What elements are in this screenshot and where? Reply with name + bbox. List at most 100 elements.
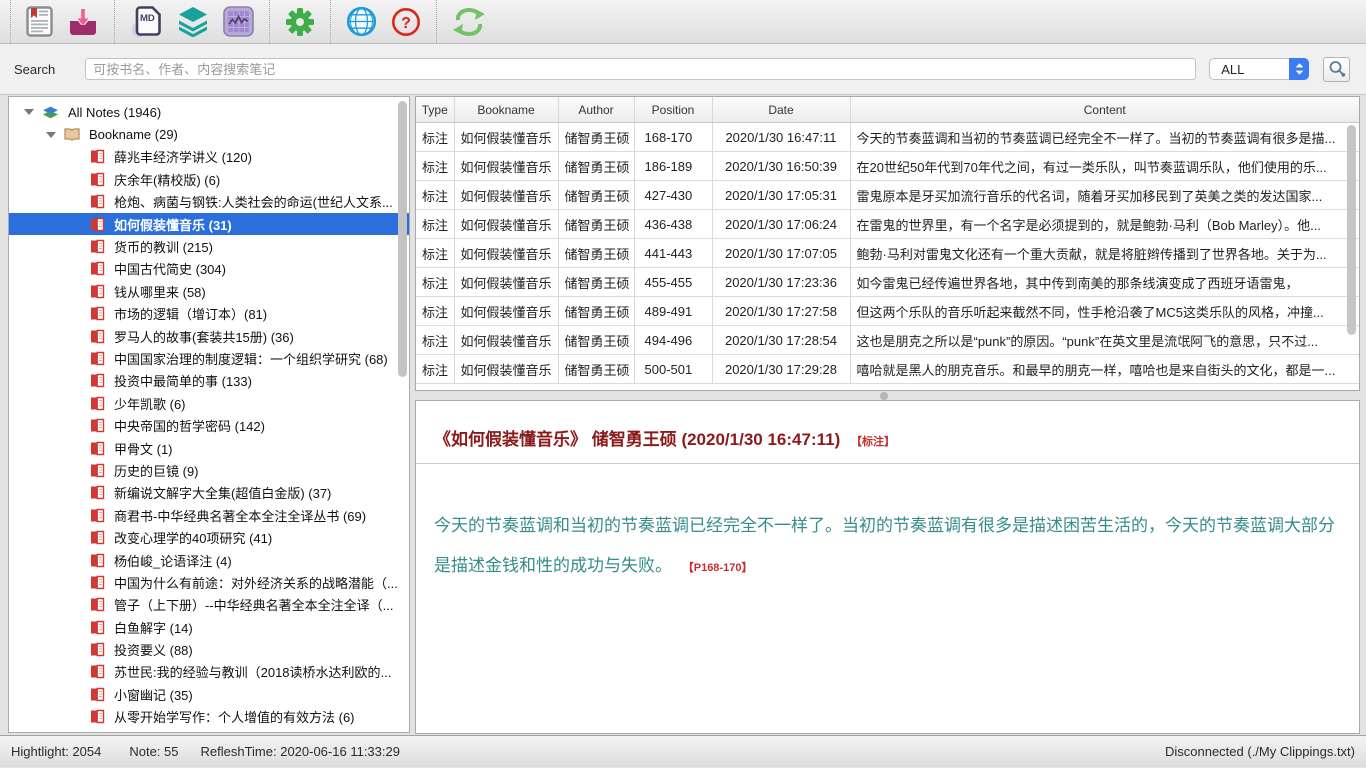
refresh-icon[interactable] (452, 4, 486, 40)
table-cell[interactable]: 标注 (416, 210, 454, 239)
table-cell[interactable]: 2020/1/30 17:05:31 (712, 181, 850, 210)
sidebar-item-book[interactable]: 新编说文解字大全集(超值白金版) (37) (9, 482, 409, 504)
table-cell[interactable]: 储智勇王硕 (558, 123, 634, 152)
sidebar-scrollbar-thumb[interactable] (398, 101, 407, 377)
table-cell[interactable]: 储智勇王硕 (558, 210, 634, 239)
table-cell[interactable]: 如今雷鬼已经传遍世界各地，其中传到南美的那条线演变成了西班牙语雷鬼， (850, 268, 1359, 297)
table-cell[interactable]: 如何假装懂音乐 (454, 355, 558, 384)
table-row[interactable]: 标注如何假装懂音乐储智勇王硕186-1892020/1/30 16:50:39在… (416, 152, 1359, 181)
table-cell[interactable]: 186-189 (634, 152, 712, 181)
table-cell[interactable]: 储智勇王硕 (558, 181, 634, 210)
table-row[interactable]: 标注如何假装懂音乐储智勇王硕489-4912020/1/30 17:27:58但… (416, 297, 1359, 326)
table-cell[interactable]: 455-455 (634, 268, 712, 297)
disclosure-triangle-icon[interactable] (24, 109, 34, 115)
table-cell[interactable]: 168-170 (634, 123, 712, 152)
table-cell[interactable]: 2020/1/30 17:23:36 (712, 268, 850, 297)
table-cell[interactable]: 2020/1/30 17:29:28 (712, 355, 850, 384)
sidebar-item-book[interactable]: 投资中最简单的事 (133) (9, 370, 409, 392)
column-header[interactable]: Author (558, 97, 634, 123)
sidebar-item-book[interactable]: 货币的教训 (215) (9, 235, 409, 257)
table-cell[interactable]: 今天的节奏蓝调和当初的节奏蓝调已经完全不一样了。当初的节奏蓝调有很多是描... (850, 123, 1359, 152)
table-cell[interactable]: 如何假装懂音乐 (454, 239, 558, 268)
sidebar-item-book[interactable]: 钱从哪里来 (58) (9, 280, 409, 302)
table-row[interactable]: 标注如何假装懂音乐储智勇王硕441-4432020/1/30 17:07:05鲍… (416, 239, 1359, 268)
table-cell[interactable]: 2020/1/30 17:28:54 (712, 326, 850, 355)
sidebar-item-book[interactable]: 中国国家治理的制度逻辑：一个组织学研究 (68) (9, 347, 409, 369)
sidebar-item-book[interactable]: 甲骨文 (1) (9, 437, 409, 459)
sidebar-item-book[interactable]: 薛兆丰经济学讲义 (120) (9, 146, 409, 168)
table-cell[interactable]: 441-443 (634, 239, 712, 268)
table-cell[interactable]: 标注 (416, 297, 454, 326)
table-cell[interactable]: 2020/1/30 17:06:24 (712, 210, 850, 239)
table-row[interactable]: 标注如何假装懂音乐储智勇王硕455-4552020/1/30 17:23:36如… (416, 268, 1359, 297)
table-cell[interactable]: 标注 (416, 355, 454, 384)
sidebar-item-book[interactable]: 白鱼解字 (14) (9, 616, 409, 638)
sidebar-item-book[interactable]: 商君书-中华经典名著全本全注全译丛书 (69) (9, 504, 409, 526)
table-row[interactable]: 标注如何假装懂音乐储智勇王硕436-4382020/1/30 17:06:24在… (416, 210, 1359, 239)
table-cell[interactable]: 2020/1/30 16:47:11 (712, 123, 850, 152)
sidebar-item-book[interactable]: 从零开始学写作：个人增值的有效方法 (6) (9, 706, 409, 728)
table-cell[interactable]: 这也是朋克之所以是“punk”的原因。“punk”在英文里是流氓阿飞的意思，只不… (850, 326, 1359, 355)
table-cell[interactable]: 如何假装懂音乐 (454, 123, 558, 152)
table-cell[interactable]: 489-491 (634, 297, 712, 326)
sidebar-item-book[interactable]: 历史的巨镜 (9) (9, 459, 409, 481)
table-row[interactable]: 标注如何假装懂音乐储智勇王硕427-4302020/1/30 17:05:31雷… (416, 181, 1359, 210)
sidebar-item-book[interactable]: 枪炮、病菌与钢铁:人类社会的命运(世纪人文系... (9, 191, 409, 213)
table-cell[interactable]: 2020/1/30 16:50:39 (712, 152, 850, 181)
sidebar-item-book[interactable]: 小窗幽记 (35) (9, 683, 409, 705)
table-cell[interactable]: 436-438 (634, 210, 712, 239)
table-cell[interactable]: 雷鬼原本是牙买加流行音乐的代名词，随着牙买加移民到了英美之类的发达国家... (850, 181, 1359, 210)
search-button[interactable] (1323, 57, 1350, 82)
sidebar-item-book[interactable]: 庆余年(精校版) (6) (9, 168, 409, 190)
disclosure-triangle-icon[interactable] (46, 132, 56, 138)
table-cell[interactable]: 如何假装懂音乐 (454, 210, 558, 239)
table-cell[interactable]: 标注 (416, 181, 454, 210)
table-cell[interactable]: 如何假装懂音乐 (454, 297, 558, 326)
table-cell[interactable]: 在20世纪50年代到70年代之间，有过一类乐队，叫节奏蓝调乐队，他们使用的乐..… (850, 152, 1359, 181)
table-cell[interactable]: 鲍勃·马利对雷鬼文化还有一个重大贡献，就是将脏辫传播到了世界各地。关于为... (850, 239, 1359, 268)
sidebar-item-book[interactable]: 罗马人的故事(套装共15册) (36) (9, 325, 409, 347)
table-cell[interactable]: 储智勇王硕 (558, 268, 634, 297)
table-cell[interactable]: 标注 (416, 268, 454, 297)
table-scrollbar-thumb[interactable] (1347, 125, 1356, 335)
table-cell[interactable]: 但这两个乐队的音乐听起来截然不同，性手枪沿袭了MC5这类乐队的风格，冲撞... (850, 297, 1359, 326)
table-row[interactable]: 标注如何假装懂音乐储智勇王硕168-1702020/1/30 16:47:11今… (416, 123, 1359, 152)
table-row[interactable]: 标注如何假装懂音乐储智勇王硕500-5012020/1/30 17:29:28嘻… (416, 355, 1359, 384)
table-cell[interactable]: 427-430 (634, 181, 712, 210)
sidebar-item-book[interactable]: 改变心理学的40项研究 (41) (9, 526, 409, 548)
table-cell[interactable]: 嘻哈就是黑人的朋克音乐。和最早的朋克一样，嘻哈也是来自街头的文化，都是一... (850, 355, 1359, 384)
table-cell[interactable]: 储智勇王硕 (558, 326, 634, 355)
sidebar-item-book[interactable]: 少年凯歌 (6) (9, 392, 409, 414)
markdown-file-icon[interactable]: MD (130, 4, 163, 40)
table-cell[interactable]: 储智勇王硕 (558, 297, 634, 326)
column-header[interactable]: Content (850, 97, 1359, 123)
table-cell[interactable]: 494-496 (634, 326, 712, 355)
sidebar-item-book[interactable]: 杨伯峻_论语译注 (4) (9, 549, 409, 571)
table-cell[interactable]: 如何假装懂音乐 (454, 326, 558, 355)
sidebar-item-book[interactable]: 中国古代简史 (304) (9, 258, 409, 280)
column-header[interactable]: Bookname (454, 97, 558, 123)
sidebar-item-book[interactable]: 投资要义 (88) (9, 638, 409, 660)
table-cell[interactable]: 标注 (416, 123, 454, 152)
search-input[interactable] (85, 58, 1196, 80)
statistics-icon[interactable] (223, 4, 254, 40)
table-cell[interactable]: 2020/1/30 17:27:58 (712, 297, 850, 326)
sidebar-item-book[interactable]: 市场的逻辑（增订本）(81) (9, 303, 409, 325)
table-cell[interactable]: 500-501 (634, 355, 712, 384)
sidebar-item-book[interactable]: 苏世民:我的经验与教训（2018读桥水达利欧的... (9, 661, 409, 683)
table-cell[interactable]: 在雷鬼的世界里，有一个名字是必须提到的，就是鲍勃·马利（Bob Marley）。… (850, 210, 1359, 239)
filter-dropdown[interactable]: ALL (1209, 58, 1309, 80)
sidebar-item-book[interactable]: 管子（上下册）--中华经典名著全本全注全译（... (9, 594, 409, 616)
layers-icon[interactable] (177, 4, 209, 40)
table-cell[interactable]: 标注 (416, 152, 454, 181)
table-cell[interactable]: 标注 (416, 239, 454, 268)
table-cell[interactable]: 如何假装懂音乐 (454, 152, 558, 181)
table-cell[interactable]: 标注 (416, 326, 454, 355)
sidebar-item-book[interactable]: 中国为什么有前途：对外经济关系的战略潜能（... (9, 571, 409, 593)
column-header[interactable]: Type (416, 97, 454, 123)
import-icon[interactable] (67, 4, 99, 40)
horizontal-scrollbar-thumb[interactable] (880, 392, 888, 400)
table-cell[interactable]: 如何假装懂音乐 (454, 268, 558, 297)
sidebar-item-book[interactable]: 如何假装懂音乐 (31) (9, 213, 409, 235)
table-cell[interactable]: 2020/1/30 17:07:05 (712, 239, 850, 268)
